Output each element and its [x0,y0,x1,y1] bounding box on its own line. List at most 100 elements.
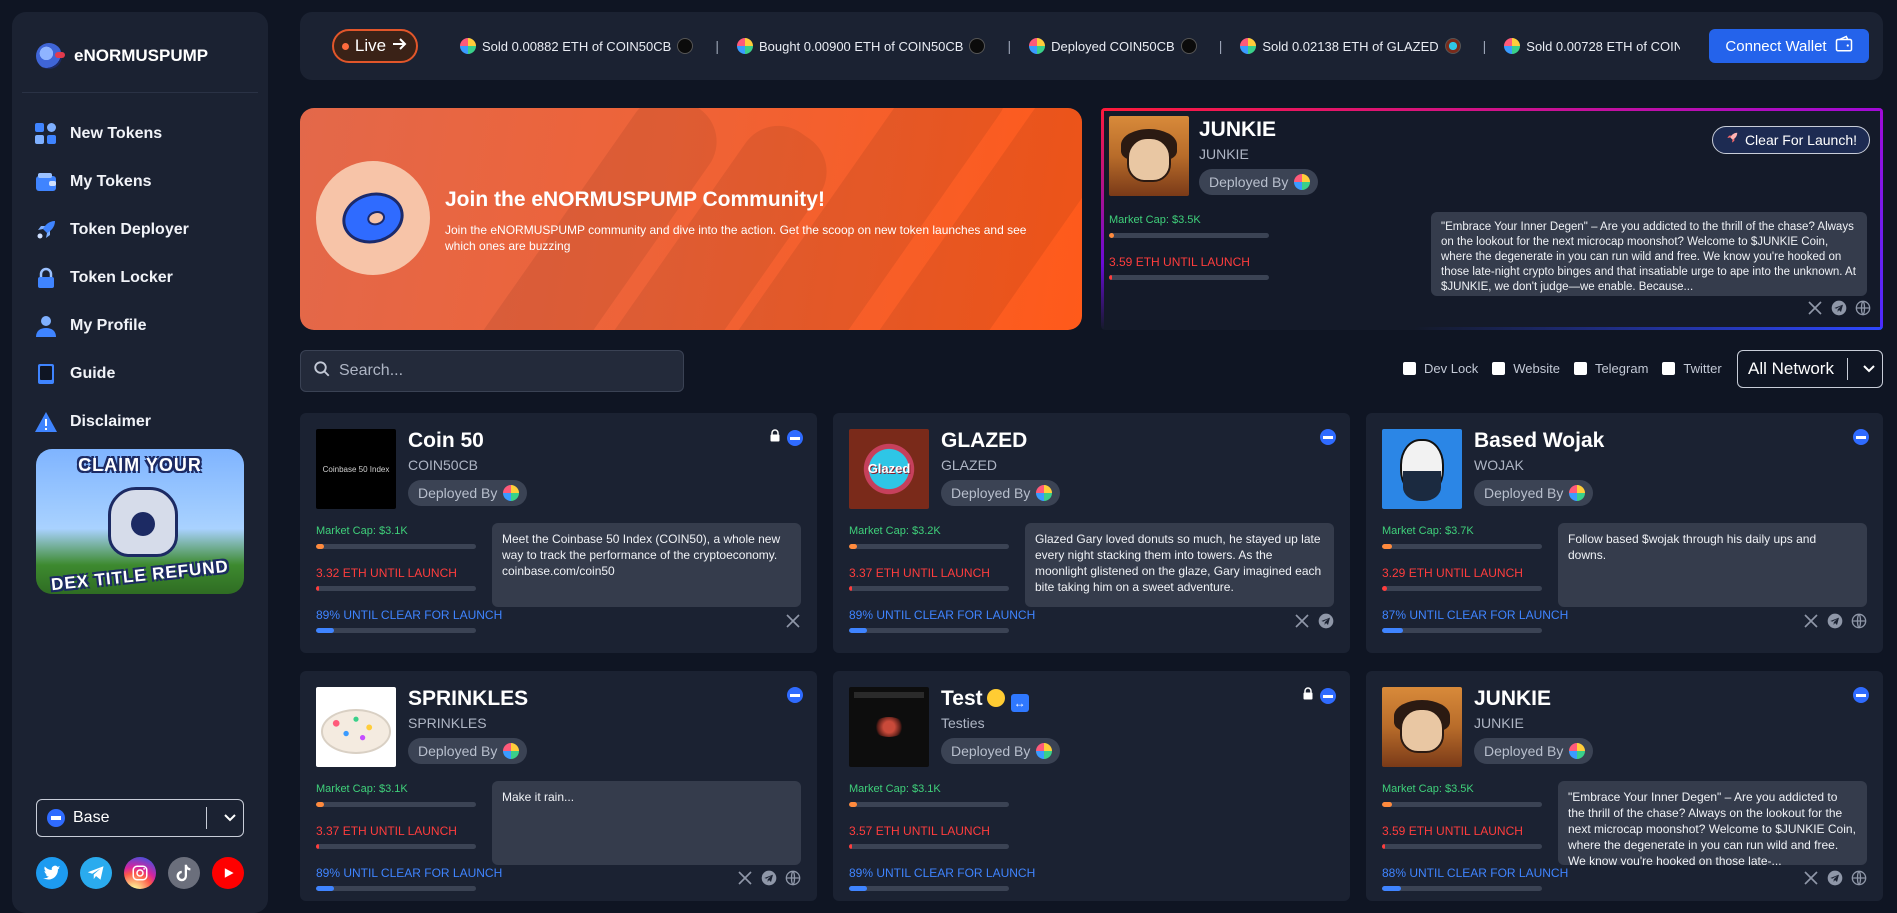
token-card[interactable]: JUNKIE JUNKIE Deployed By Market Cap: $3… [1366,671,1883,901]
brand-name: eNORMUSPUMP [74,46,209,65]
network-select[interactable]: Base [36,799,244,837]
checkbox[interactable] [1573,362,1587,375]
brand[interactable]: eNORMUSPUMP [36,40,208,72]
base-network-icon [787,687,803,703]
sidebar-item-token-locker[interactable]: Token Locker [34,254,254,302]
token-symbol: SPRINKLES [408,715,487,731]
connect-wallet-label: Connect Wallet [1725,37,1827,55]
token-card[interactable]: Test ↔ Testies Deployed By Market Cap: $3… [833,671,1350,901]
search-icon [313,360,331,383]
deployed-by-pill[interactable]: Deployed By [408,480,528,506]
token-symbol: Testies [941,715,985,731]
ticker-item[interactable]: Deployed COIN50CB [1029,38,1197,54]
live-button[interactable]: Live [332,29,418,63]
sidebar-item-my-profile[interactable]: My Profile [34,302,254,350]
ticker-item[interactable]: Sold 0.00882 ETH of COIN50CB [460,38,694,54]
x-icon[interactable] [1807,300,1823,316]
token-card[interactable]: Based Wojak WOJAK Deployed By Market Cap… [1366,413,1883,653]
youtube-icon[interactable] [212,857,244,889]
chevron-down-icon [217,810,243,826]
sidebar-nav: New Tokens My Tokens Token Deployer Toke… [34,110,254,446]
clear-progress: 89% UNTIL CLEAR FOR LAUNCH [849,866,1036,880]
deployed-by-pill[interactable]: Deployed By [941,480,1061,506]
ticker-item[interactable]: Sold 0.02138 ETH of GLAZED [1240,38,1461,54]
token-name: Test [941,687,983,710]
token-card[interactable]: Glazed GLAZED GLAZED Deployed By Market … [833,413,1350,653]
until-launch: 3.37 ETH UNTIL LAUNCH [849,566,990,580]
activity-ticker: Live Sold 0.00882 ETH of COIN50CB | Boug… [300,12,1883,80]
globe-icon[interactable] [1851,613,1867,629]
telegram-icon[interactable] [1827,870,1843,886]
x-icon[interactable] [1803,613,1819,629]
sidebar-item-token-deployer[interactable]: Token Deployer [34,206,254,254]
market-cap: Market Cap: $3.5K [1382,783,1474,795]
telegram-icon[interactable] [761,870,777,886]
ticker-item[interactable]: Bought 0.00900 ETH of COIN50CB [736,38,986,54]
clear-for-launch-button[interactable]: Clear For Launch! [1711,126,1870,154]
filter-website[interactable]: Website [1492,361,1560,376]
x-icon[interactable] [737,870,753,886]
filter-label: Website [1513,361,1560,376]
until-launch-bar [316,844,476,849]
telegram-icon[interactable] [1827,613,1843,629]
deployed-by-pill[interactable]: Deployed By [941,738,1061,764]
telegram-icon[interactable] [80,857,112,889]
warning-icon [34,410,58,434]
sidebar-item-guide[interactable]: Guide [34,350,254,398]
token-icon [1180,38,1197,54]
divider [22,92,258,93]
sidebar-item-disclaimer[interactable]: Disclaimer [34,398,254,446]
deployed-by-pill[interactable]: Deployed By [1199,169,1319,195]
filter-dev-lock[interactable]: Dev Lock [1403,361,1478,376]
connect-wallet-button[interactable]: Connect Wallet [1709,29,1869,63]
claim-refund-banner[interactable]: CLAIM YOUR DEX TITLE REFUND [36,449,244,594]
claim-subtitle: DEX TITLE REFUND [50,556,230,594]
search-box[interactable] [300,350,684,392]
filter-group: Dev Lock Website Telegram Twitter [1403,361,1722,376]
x-icon[interactable] [1803,870,1819,886]
all-network-select[interactable]: All Network [1737,350,1883,388]
token-image-text: Glazed [867,461,911,476]
x-icon[interactable] [1294,613,1310,629]
until-launch-bar [316,586,476,591]
market-cap-bar [849,544,1009,549]
token-image [1109,116,1189,196]
deployed-by-pill[interactable]: Deployed By [1474,738,1594,764]
community-banner[interactable]: Join the eNORMUSPUMP Community! Join the… [300,108,1082,330]
telegram-icon[interactable] [1318,613,1334,629]
checkbox[interactable] [1403,362,1416,375]
card-badges [1320,429,1336,445]
base-network-icon [1320,429,1336,445]
deployed-by-pill[interactable]: Deployed By [408,738,528,764]
until-launch: 3.59 ETH UNTIL LAUNCH [1382,824,1523,838]
base-network-icon [47,809,65,827]
tiktok-icon[interactable] [168,857,200,889]
sidebar-item-new-tokens[interactable]: New Tokens [34,110,254,158]
sidebar-item-my-tokens[interactable]: My Tokens [34,158,254,206]
token-symbol: GLAZED [941,457,998,473]
search-input[interactable] [339,362,659,380]
globe-icon[interactable] [785,870,801,886]
deployer-avatar-icon [1569,743,1586,759]
token-socials [1294,613,1334,629]
twitter-icon[interactable] [36,857,68,889]
market-cap-bar [316,802,476,807]
checkbox[interactable] [1662,362,1676,375]
globe-icon[interactable] [1851,870,1867,886]
sidebar-item-label: Disclaimer [70,413,151,430]
filter-telegram[interactable]: Telegram [1573,361,1648,376]
telegram-icon[interactable] [1831,300,1847,316]
checkbox[interactable] [1492,362,1506,375]
token-description: "Embrace Your Inner Degen" – Are you add… [1431,212,1867,296]
globe-icon[interactable] [1855,300,1871,316]
ticker-item[interactable]: Sold 0.00728 ETH of COIN50CB [1504,38,1680,54]
token-card[interactable]: Coinbase 50 Index Coin 50 COIN50CB Deplo… [300,413,817,653]
x-icon[interactable] [785,613,801,629]
base-network-icon [1853,429,1869,445]
instagram-icon[interactable] [124,857,156,889]
deployed-by-pill[interactable]: Deployed By [1474,480,1594,506]
featured-token[interactable]: JUNKIE JUNKIE Deployed By Clear For Laun… [1101,108,1883,330]
token-card[interactable]: SPRINKLES SPRINKLES Deployed By Market C… [300,671,817,901]
token-name: Coin 50 [408,429,484,452]
filter-twitter[interactable]: Twitter [1662,361,1722,376]
